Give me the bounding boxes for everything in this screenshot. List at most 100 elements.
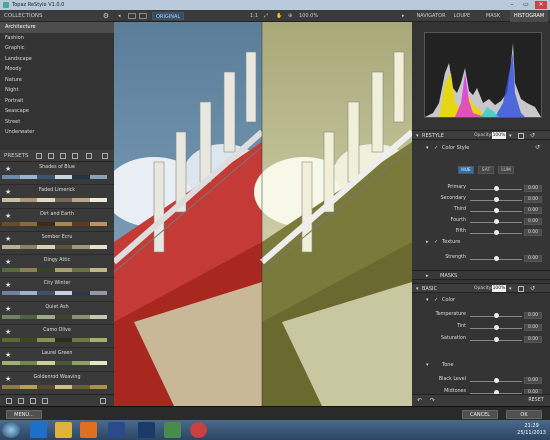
slider-knob[interactable] — [493, 378, 499, 383]
chevron-down-icon[interactable]: ▾ — [426, 297, 429, 303]
mask-toggle-icon[interactable] — [518, 133, 524, 139]
preset-item[interactable]: ★ Camo Olive — [0, 325, 114, 349]
collection-item[interactable]: Nature — [0, 75, 114, 86]
preset-item[interactable]: ★ Goldenrod Weaving — [0, 371, 114, 394]
preset-item[interactable]: ★ City Winter — [0, 278, 114, 302]
strength-value[interactable]: 0.00 — [524, 255, 542, 262]
fill-icon[interactable]: ⤢ — [264, 12, 268, 20]
color-style-toggle-icon[interactable]: ✓ — [434, 145, 438, 151]
undo-icon[interactable]: ↶ — [417, 397, 422, 404]
slider-value[interactable]: 0.00 — [524, 229, 542, 236]
slider-value[interactable]: 0.00 — [524, 207, 542, 214]
hand-icon[interactable]: ✋ — [276, 12, 282, 20]
restyle-section-header[interactable]: ▾ RESTYLE Opacity: 100% ▾ ↺ — [412, 130, 550, 140]
close-button[interactable]: ✕ — [535, 1, 547, 9]
app-icon[interactable] — [164, 422, 181, 438]
duplicate-icon[interactable] — [42, 398, 48, 404]
slider-value[interactable]: 0.00 — [524, 218, 542, 225]
preset-item[interactable]: ★ Shades of Blue — [0, 162, 114, 186]
lum-button[interactable]: LUM — [498, 166, 514, 174]
gear-icon[interactable]: ⚙ — [103, 10, 109, 22]
tab-histogram[interactable]: HISTOGRAM — [510, 10, 548, 22]
preset-item[interactable]: ★ Dingy Attic — [0, 255, 114, 279]
firefox-icon[interactable] — [108, 422, 125, 438]
tab-loupe[interactable]: LOUPE — [449, 10, 475, 22]
basic-opacity-input[interactable]: 100% — [492, 285, 506, 292]
star-icon[interactable]: ★ — [5, 281, 11, 289]
cancel-button[interactable]: CANCEL — [462, 410, 498, 419]
tab-navigator[interactable]: NAVIGATOR — [414, 10, 448, 22]
edit-icon[interactable] — [18, 398, 24, 404]
basic-section-header[interactable]: ▾ BASIC Opacity: 100% ▾ ↺ — [412, 283, 550, 293]
star-icon[interactable]: ★ — [5, 212, 11, 220]
topaz-icon[interactable] — [190, 422, 207, 438]
photoshop-icon[interactable] — [138, 422, 155, 438]
star-icon[interactable]: ★ — [5, 165, 11, 173]
ie-icon[interactable] — [30, 422, 47, 438]
slider-knob[interactable] — [493, 337, 499, 342]
image-canvas[interactable] — [114, 22, 412, 406]
explorer-icon[interactable] — [55, 422, 72, 438]
minimize-button[interactable]: – — [506, 1, 518, 9]
dropdown-icon[interactable]: ▾ — [509, 284, 512, 294]
chevron-down-icon[interactable]: ▾ — [426, 362, 429, 368]
chevron-right-icon[interactable]: ▸ — [402, 12, 405, 20]
reset-color-style-icon[interactable]: ↺ — [535, 144, 540, 151]
grid-view-icon[interactable] — [102, 153, 108, 159]
star-icon[interactable]: ★ — [5, 351, 11, 359]
preset-item[interactable]: ★ Somber Ecru — [0, 231, 114, 256]
star-icon[interactable]: ★ — [5, 328, 11, 336]
maximize-button[interactable]: ▭ — [520, 1, 532, 9]
slider-knob[interactable] — [493, 208, 499, 213]
star-icon[interactable]: ★ — [5, 258, 11, 266]
preset-item[interactable]: ★ Faded Limerick — [0, 185, 114, 209]
masks-header[interactable]: ▸ MASKS — [412, 270, 550, 280]
collection-item[interactable]: Moody — [0, 64, 114, 75]
single-view-icon[interactable] — [128, 13, 136, 19]
add-icon[interactable] — [6, 398, 12, 404]
reset-section-icon[interactable]: ↺ — [530, 284, 535, 294]
collection-item[interactable]: Seascape — [0, 106, 114, 117]
preset-item[interactable]: ★ Quiet Ash — [0, 301, 114, 326]
star-filter-icon[interactable] — [86, 153, 92, 159]
slider-knob[interactable] — [493, 219, 499, 224]
media-player-icon[interactable] — [80, 422, 97, 438]
star-icon[interactable]: ★ — [5, 235, 11, 243]
fit-button[interactable]: 1:1 — [250, 12, 258, 20]
split-view-icon[interactable] — [139, 13, 147, 19]
hue-button[interactable]: HUE — [458, 166, 474, 174]
slider-knob[interactable] — [493, 230, 499, 235]
delete-icon[interactable] — [30, 398, 36, 404]
import-icon[interactable] — [60, 153, 66, 159]
slider-value[interactable]: 0.00 — [524, 336, 542, 343]
color-toggle-icon[interactable]: ✓ — [434, 297, 438, 303]
save-preset-icon[interactable] — [48, 153, 54, 159]
restyle-opacity-input[interactable]: 100% — [492, 132, 506, 139]
menu-button[interactable]: MENU... — [6, 410, 42, 419]
preset-item[interactable]: ★ Dirt and Earth — [0, 208, 114, 232]
collection-item[interactable]: Street — [0, 117, 114, 128]
star-icon[interactable]: ★ — [5, 305, 11, 313]
slider-knob[interactable] — [493, 313, 499, 318]
original-button[interactable]: ORIGINAL — [152, 12, 185, 20]
slider-value[interactable]: 0.00 — [524, 377, 542, 384]
ok-button[interactable]: OK — [506, 410, 542, 419]
star-icon[interactable]: ★ — [5, 375, 11, 383]
slider-value[interactable]: 0.00 — [524, 185, 542, 192]
zoom-icon[interactable]: ⊕ — [288, 12, 292, 20]
folder-icon[interactable] — [36, 153, 42, 159]
collection-item[interactable]: Fashion — [0, 33, 114, 44]
slider-value[interactable]: 0.00 — [524, 196, 542, 203]
chevron-left-icon[interactable]: ◂ — [118, 12, 121, 20]
star-icon[interactable]: ★ — [5, 188, 11, 196]
collection-item[interactable]: Landscape — [0, 54, 114, 65]
strength-knob[interactable] — [493, 256, 499, 261]
slider-value[interactable]: 0.00 — [524, 324, 542, 331]
chevron-right-icon[interactable]: ▸ — [426, 239, 429, 245]
sat-button[interactable]: SAT — [478, 166, 494, 174]
slider-knob[interactable] — [493, 186, 499, 191]
reset-section-icon[interactable]: ↺ — [530, 131, 535, 141]
start-button[interactable] — [2, 422, 20, 438]
slider-knob[interactable] — [493, 197, 499, 202]
slider-value[interactable]: 0.00 — [524, 312, 542, 319]
